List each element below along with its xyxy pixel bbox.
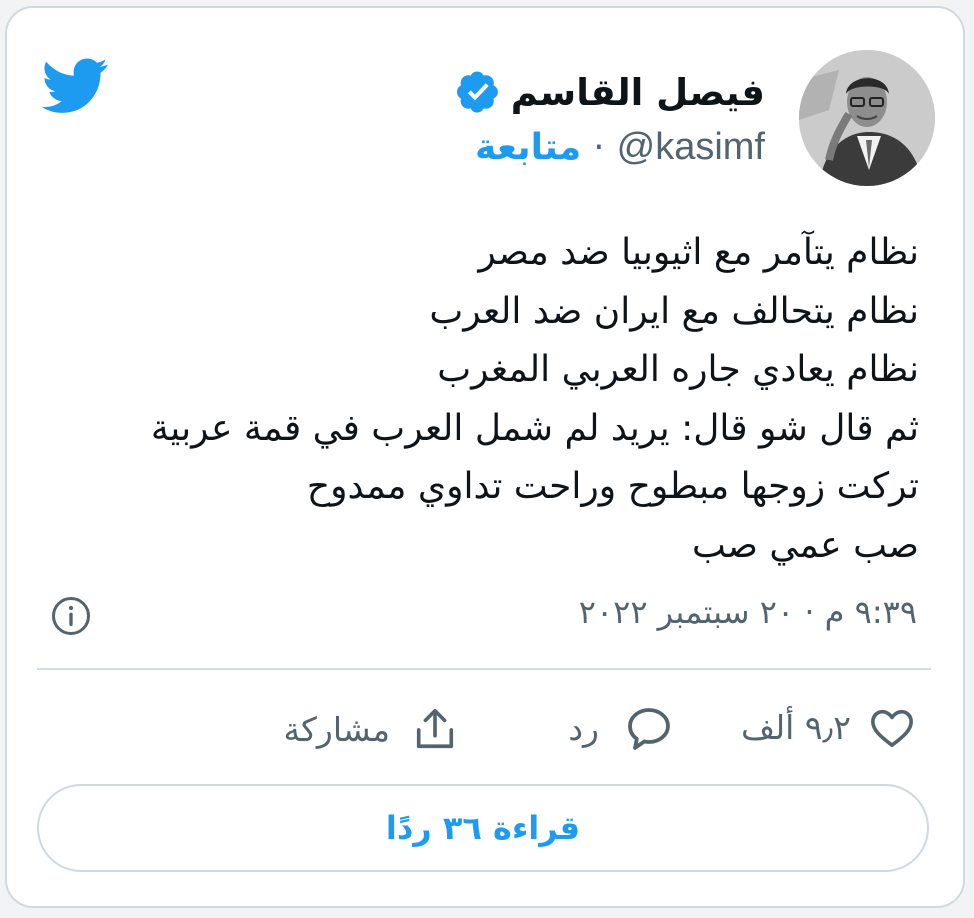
reply-button[interactable]: رد bbox=[568, 705, 673, 751]
tweet-timestamp[interactable]: ٩:٣٩ م · ٢٠ سبتمبر ٢٠٢٢ bbox=[579, 593, 917, 631]
author-handle[interactable]: @kasimf bbox=[617, 126, 765, 169]
author-name[interactable]: فيصل القاسم bbox=[511, 71, 765, 114]
avatar[interactable] bbox=[799, 50, 935, 186]
heart-icon bbox=[871, 709, 913, 748]
twitter-bird-icon[interactable] bbox=[41, 58, 109, 114]
share-button[interactable]: مشاركة bbox=[283, 705, 458, 753]
separator-dot: · bbox=[593, 127, 605, 168]
author-name-row: فيصل القاسم bbox=[456, 70, 765, 114]
like-count: ٩٫٢ ألف bbox=[740, 707, 851, 747]
tweet-card: فيصل القاسم متابعة · @kasimf نظام يتآمر … bbox=[5, 6, 965, 908]
tweet-line: تركت زوجها مبطوح وراحت تداوي ممدوح bbox=[306, 466, 919, 507]
read-replies-button[interactable]: قراءة ٣٦ ردًا bbox=[37, 784, 929, 872]
speech-bubble-icon bbox=[628, 708, 670, 750]
tweet-line: ثم قال شو قال: يريد لم شمل العرب في قمة … bbox=[150, 407, 919, 449]
tweet-text: نظام يتآمر مع اثيوبيا ضد مصر نظام يتحالف… bbox=[59, 224, 919, 575]
tweet-line: نظام يتحالف مع ايران ضد العرب bbox=[429, 290, 919, 332]
reply-label: رد bbox=[568, 708, 599, 748]
verified-badge-icon bbox=[456, 71, 498, 113]
share-label: مشاركة bbox=[283, 709, 390, 749]
tweet-line: نظام يتآمر مع اثيوبيا ضد مصر bbox=[478, 232, 919, 273]
share-upload-icon bbox=[416, 708, 454, 749]
info-icon[interactable] bbox=[51, 596, 91, 636]
tweet-line: نظام يعادي جاره العربي المغرب bbox=[437, 349, 919, 390]
follow-button[interactable]: متابعة bbox=[475, 127, 581, 168]
tweet-line: صب عمي صب bbox=[691, 524, 919, 566]
like-button[interactable]: ٩٫٢ ألف bbox=[741, 705, 915, 749]
author-handle-row: متابعة · @kasimf bbox=[475, 126, 765, 169]
divider bbox=[37, 668, 931, 670]
